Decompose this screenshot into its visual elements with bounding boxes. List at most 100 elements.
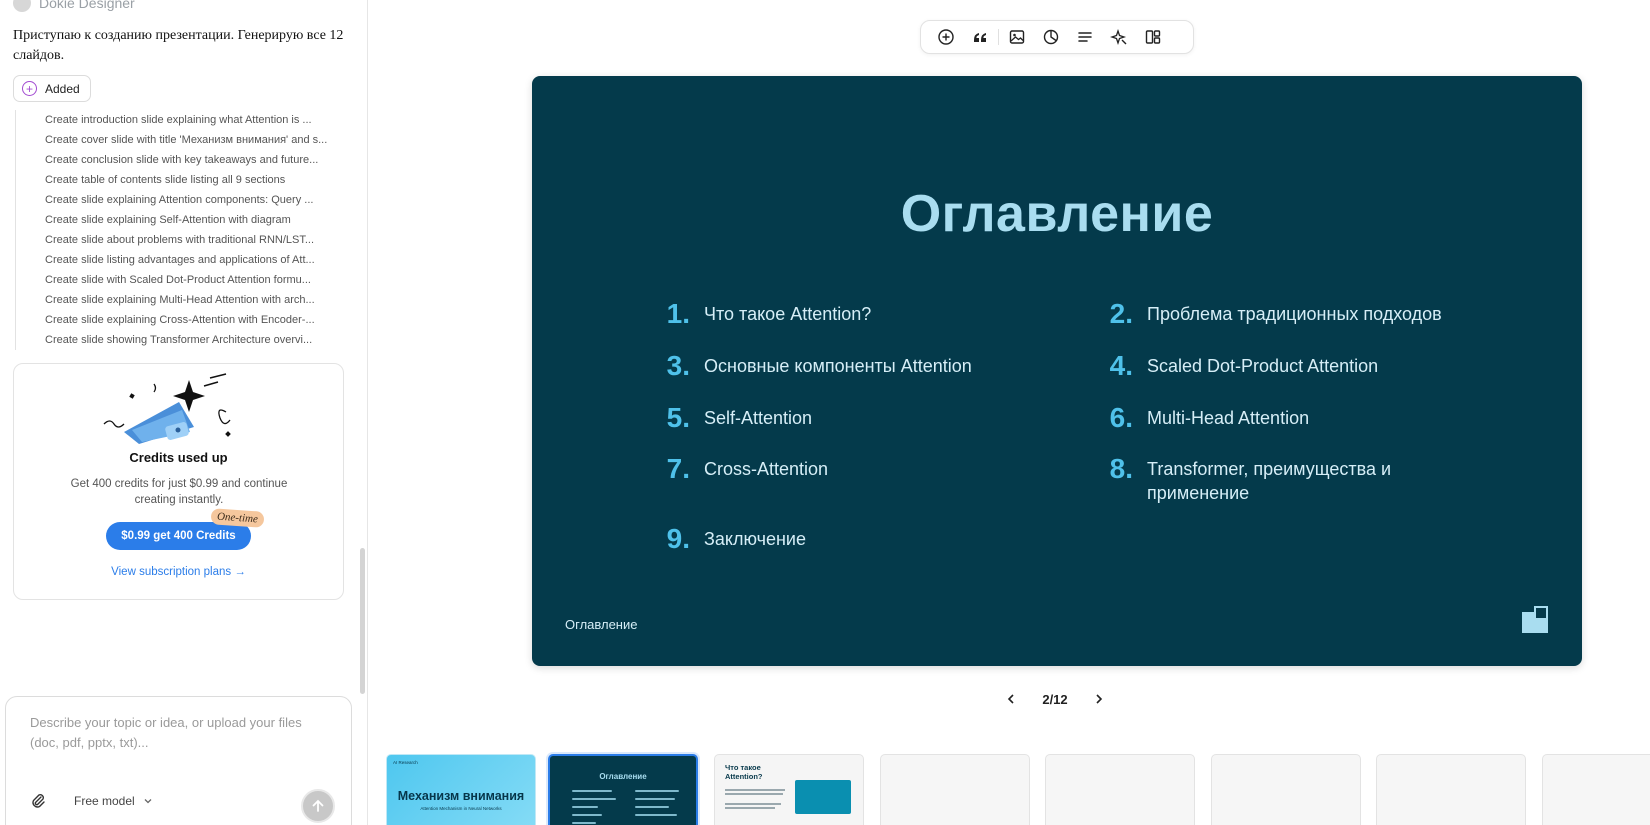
thumb-line: [635, 806, 669, 808]
slide-thumbnail-5[interactable]: [1045, 754, 1195, 825]
magic-button[interactable]: [1102, 22, 1136, 52]
task-item: Create slide explaining Attention compon…: [45, 194, 314, 206]
chat-panel: Dokie Designer Приступаю к созданию през…: [0, 0, 368, 825]
task-item: Create table of contents slide listing a…: [45, 174, 286, 186]
slide-canvas[interactable]: Оглавление 1. Что такое Attention? 2. Пр…: [532, 76, 1582, 666]
quote-icon: [974, 33, 986, 42]
thumb-line: [725, 803, 781, 805]
credits-card: Credits used up Get 400 credits for just…: [13, 363, 344, 600]
thumbnail-strip: AI Research Механизм внимания Attention …: [384, 754, 1650, 825]
thumb-line: [572, 814, 602, 816]
toc-number: 9.: [666, 523, 690, 554]
toc-item[interactable]: 2. Проблема традиционных подходов: [1091, 300, 1467, 328]
task-item: Create slide about problems with traditi…: [45, 234, 315, 246]
task-item: Create slide showing Transformer Archite…: [45, 334, 313, 346]
toc-item[interactable]: 6. Multi-Head Attention: [1091, 404, 1467, 432]
toc-item[interactable]: 1. Что такое Attention?: [648, 300, 1024, 328]
toc-number: 2.: [1109, 298, 1133, 329]
toc-item[interactable]: 5. Self-Attention: [648, 404, 1024, 432]
assistant-name: Dokie Designer: [39, 0, 135, 11]
task-item: Create slide listing advantages and appl…: [45, 254, 315, 266]
paperclip-icon[interactable]: [30, 793, 46, 809]
insert-image-button[interactable]: [1000, 22, 1034, 52]
page-indicator: 2/12: [1042, 691, 1068, 707]
insert-chart-button[interactable]: [1034, 22, 1068, 52]
task-item: Create slide with Scaled Dot-Product Att…: [45, 274, 311, 286]
added-toggle-button[interactable]: + Added: [13, 75, 91, 102]
arrow-up-icon: [312, 799, 324, 812]
toc-item[interactable]: 4. Scaled Dot-Product Attention: [1091, 352, 1467, 380]
thumb-line: [725, 793, 783, 795]
thumb-line: [572, 806, 598, 808]
send-button[interactable]: [301, 789, 335, 823]
model-selector[interactable]: Free model: [74, 794, 153, 808]
thumb-title: Что такое Attention?: [725, 763, 763, 781]
toc-text: Проблема традиционных подходов: [1147, 304, 1442, 324]
toc-text: Transformer, преимущества и применение: [1147, 459, 1392, 503]
toc-text: Основные компоненты Attention: [704, 356, 972, 376]
image-icon: [1009, 30, 1025, 44]
prompt-composer: Describe your topic or idea, or upload y…: [5, 696, 352, 825]
text-align-button[interactable]: [1068, 22, 1102, 52]
slide-pager: 2/12: [1000, 688, 1110, 710]
next-slide-button[interactable]: [1088, 688, 1110, 710]
task-list: Create introduction slide explaining wha…: [15, 110, 345, 350]
chart-icon: [1043, 29, 1059, 45]
slide-footer: Оглавление: [565, 617, 638, 632]
toc-text: Scaled Dot-Product Attention: [1147, 356, 1379, 376]
brand-logo-icon: [1522, 606, 1548, 633]
color-swatch-illustration-icon: [103, 373, 231, 444]
slide-thumbnail-4[interactable]: [880, 754, 1030, 825]
prompt-input[interactable]: Describe your topic or idea, or upload y…: [30, 713, 330, 753]
view-subscription-plans-link[interactable]: View subscription plans →: [14, 566, 343, 578]
prev-slide-button[interactable]: [1000, 688, 1022, 710]
toc-number: 1.: [666, 298, 690, 329]
add-icon: [938, 29, 954, 45]
task-item: Create slide explaining Cross-Attention …: [45, 314, 315, 326]
magic-icon: [1110, 28, 1127, 46]
thumb-line: [725, 789, 785, 791]
credits-title: Credits used up: [129, 450, 228, 465]
thumb-subtitle: Attention Mechanism in Neural Networks: [420, 806, 502, 811]
toc-text: Multi-Head Attention: [1147, 408, 1310, 428]
slide-thumbnail-1[interactable]: AI Research Механизм внимания Attention …: [386, 754, 536, 825]
thumb-logo: AI Research: [393, 760, 418, 765]
assistant-avatar: [13, 0, 31, 12]
task-item: Create slide explaining Multi-Head Atten…: [45, 294, 315, 306]
quote-button[interactable]: [963, 22, 997, 52]
toc-number: 5.: [666, 402, 690, 433]
thumb-line: [572, 822, 596, 824]
slide-thumbnail-8[interactable]: [1542, 754, 1650, 825]
added-label: Added: [45, 81, 80, 96]
toc-item[interactable]: 7. Cross-Attention: [648, 455, 1024, 483]
assistant-header: Dokie Designer: [13, 0, 135, 12]
chevron-right-icon: [1096, 694, 1103, 704]
toc-text: Self-Attention: [704, 408, 813, 428]
slide-thumbnail-3[interactable]: Что такое Attention?: [714, 754, 864, 825]
text-align-icon: [1078, 32, 1092, 42]
task-item: Create slide explaining Self-Attention w…: [45, 214, 291, 226]
task-item: Create introduction slide explaining wha…: [45, 114, 312, 126]
toc-text: Заключение: [704, 529, 806, 549]
toc-item[interactable]: 3. Основные компоненты Attention: [648, 352, 1024, 380]
thumb-title: Механизм внимания: [397, 789, 525, 803]
sidebar-scrollbar[interactable]: [360, 548, 365, 694]
thumb-highlight-box: [795, 780, 851, 814]
toc-item[interactable]: 8. Transformer, преимущества и применени…: [1091, 455, 1467, 505]
slide-title[interactable]: Оглавление: [532, 184, 1582, 244]
layout-button[interactable]: [1136, 22, 1170, 52]
thumb-line: [635, 790, 679, 792]
assistant-message: Приступаю к созданию презентации. Генери…: [13, 28, 344, 63]
add-element-button[interactable]: [929, 22, 963, 52]
toc-item[interactable]: 9. Заключение: [648, 525, 1024, 553]
slide-thumbnail-6[interactable]: [1211, 754, 1361, 825]
credits-description: Get 400 credits for just $0.99 and conti…: [70, 478, 288, 506]
toolbar-divider: [998, 29, 999, 45]
toc-text: Что такое Attention?: [704, 304, 872, 324]
thumb-line: [635, 798, 675, 800]
slide-thumbnail-2[interactable]: Оглавление: [548, 754, 698, 825]
chevron-down-icon: [144, 799, 152, 804]
model-label: Free model: [74, 794, 135, 808]
slide-thumbnail-7[interactable]: [1376, 754, 1526, 825]
buy-credits-button[interactable]: $0.99 get 400 Credits: [106, 522, 251, 550]
